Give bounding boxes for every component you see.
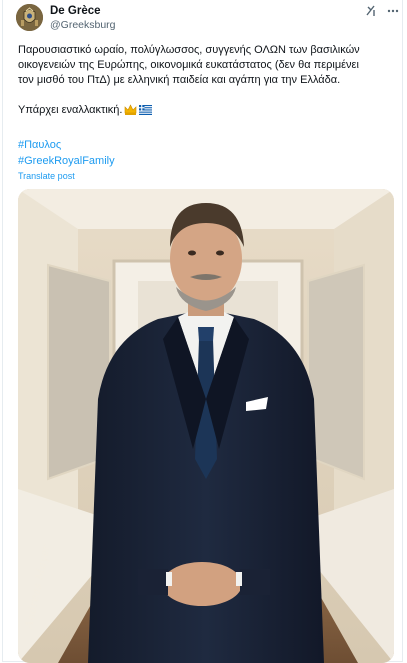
post-card[interactable]: De Grèce @Greeksburg Παρουσιαστικό ωραίο… xyxy=(2,0,403,663)
post-image[interactable]: Andreas Mayer xyxy=(18,189,394,663)
hashtag-link[interactable]: #Παυλος xyxy=(18,139,61,151)
author-handle[interactable]: @Greeksburg xyxy=(50,19,116,31)
hashtag-link[interactable]: #GreekRoyalFamily xyxy=(18,155,115,167)
grok-icon[interactable] xyxy=(364,4,378,18)
crown-emoji xyxy=(124,104,137,120)
author-display-name[interactable]: De Grèce xyxy=(50,5,101,17)
post-body: Παρουσιαστικό ωραίο, πολύγλωσσος, συγγεν… xyxy=(18,44,360,116)
greek-flag-emoji xyxy=(139,105,153,120)
more-options-icon[interactable] xyxy=(386,4,400,18)
avatar[interactable] xyxy=(16,4,43,31)
post-text: Παρουσιαστικό ωραίο, πολύγλωσσος, συγγεν… xyxy=(18,43,393,120)
translate-post-link[interactable]: Translate post xyxy=(18,171,75,181)
